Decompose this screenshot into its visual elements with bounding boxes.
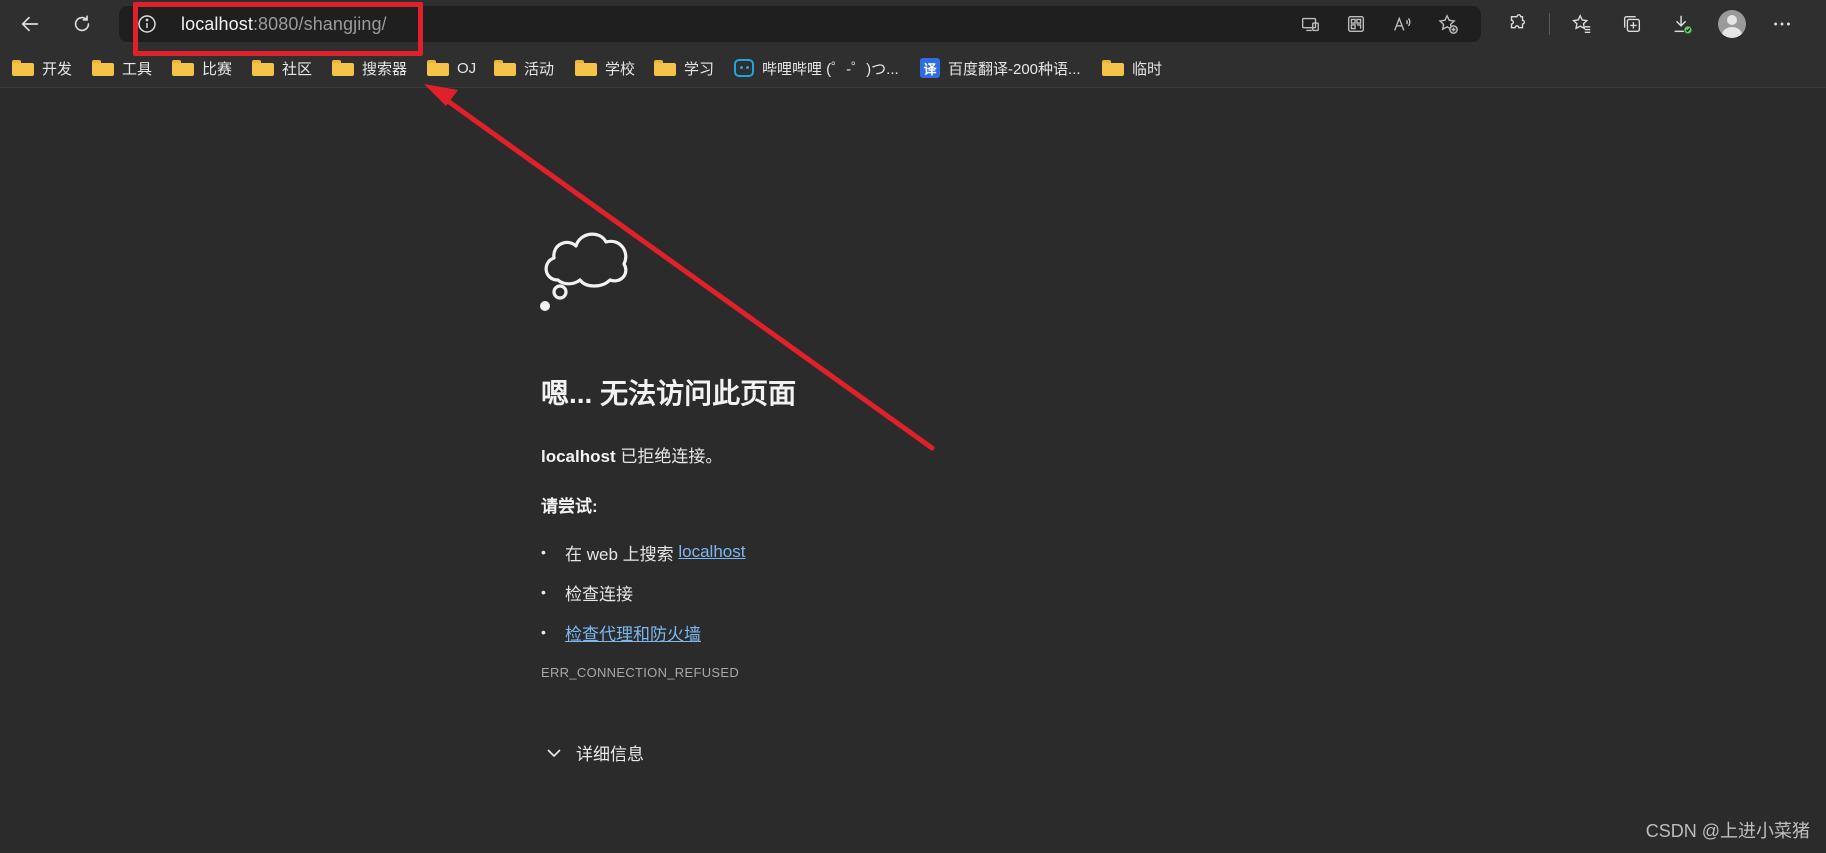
bookmark-label: 学校 [605, 60, 636, 78]
extensions-button[interactable] [1495, 6, 1539, 42]
annotation-arrow [424, 84, 935, 451]
bookmark-folder-study[interactable]: 学习 [654, 56, 714, 80]
bookmark-folder-tools[interactable]: 工具 [92, 56, 152, 80]
annotation-highlight-box [133, 2, 423, 56]
favorites-icon [1572, 14, 1591, 33]
folder-icon [575, 60, 597, 76]
more-horizontal-icon [1774, 22, 1790, 26]
folder-icon [494, 60, 516, 76]
bookmark-folder-school[interactable]: 学校 [575, 56, 635, 80]
folder-icon [654, 60, 676, 76]
error-host: localhost [541, 447, 616, 466]
add-favorite-button[interactable] [1431, 10, 1465, 38]
suggestion-item: • 检查连接 [541, 572, 745, 612]
folder-icon [252, 60, 274, 76]
collections-button[interactable] [1610, 6, 1654, 42]
arrow-left-icon [21, 16, 39, 32]
bookmark-folder-events[interactable]: 活动 [494, 56, 554, 80]
favorites-button[interactable] [1560, 6, 1604, 42]
translate-icon: 译 [920, 58, 940, 78]
reload-icon [74, 15, 90, 32]
bookmark-label: 社区 [282, 60, 313, 78]
suggestion-item: • 在 web 上搜索 localhost [541, 532, 745, 572]
folder-icon [1102, 60, 1124, 76]
bookmark-folder-search[interactable]: 搜索器 [332, 56, 407, 80]
bullet: • [541, 624, 546, 640]
folder-icon [12, 60, 34, 76]
bookmark-folder-dev[interactable]: 开发 [12, 56, 72, 80]
folder-icon [172, 60, 194, 76]
app-window-icon [1301, 17, 1319, 32]
toolbar-actions [1495, 6, 1804, 42]
address-bar-actions [1293, 10, 1465, 38]
bookmark-label: 开发 [42, 60, 73, 78]
qr-code-button[interactable] [1339, 10, 1373, 38]
star-add-icon [1438, 14, 1458, 34]
bookmark-label: 学习 [684, 60, 715, 78]
suggestion-item: • 检查代理和防火墙 [541, 612, 745, 652]
bookmark-label: 比赛 [202, 60, 233, 78]
details-toggle[interactable]: 详细信息 [546, 740, 644, 765]
download-icon [1674, 15, 1692, 34]
bookmark-label: 工具 [122, 60, 153, 78]
chevron-down-icon [547, 748, 561, 757]
bookmark-label: 临时 [1132, 60, 1163, 78]
bullet: • [541, 544, 546, 560]
folder-icon [427, 60, 449, 76]
bilibili-icon [734, 59, 754, 77]
bookmark-label: 活动 [524, 60, 555, 78]
error-code: ERR_CONNECTION_REFUSED [541, 665, 740, 680]
folder-icon [332, 60, 354, 76]
bullet: • [541, 584, 546, 600]
bookmark-label: 哔哩哔哩 (゜-゜)つ... [762, 60, 899, 78]
try-heading: 请尝试: [541, 497, 598, 516]
bookmark-folder-community[interactable]: 社区 [252, 56, 312, 80]
error-description: localhost 已拒绝连接。 [541, 442, 722, 467]
avatar-icon [1718, 10, 1746, 38]
app-available-button[interactable] [1293, 10, 1327, 38]
suggestion-text: 检查连接 [565, 584, 633, 604]
error-message: 已拒绝连接。 [615, 447, 723, 466]
bookmark-folder-oj[interactable]: OJ [427, 56, 476, 80]
bookmark-label: 搜索器 [362, 60, 408, 78]
reload-button[interactable] [64, 6, 100, 42]
toolbar-divider [1549, 13, 1550, 35]
profile-button[interactable] [1710, 6, 1754, 42]
qr-code-icon [1347, 15, 1365, 33]
suggestion-text: 在 web 上搜索 [565, 544, 674, 564]
details-label: 详细信息 [576, 745, 644, 764]
folder-icon [92, 60, 114, 76]
bookmark-label: OJ [457, 59, 477, 77]
check-proxy-firewall-link[interactable]: 检查代理和防火墙 [565, 620, 701, 645]
bookmark-folder-contest[interactable]: 比赛 [172, 56, 232, 80]
error-title: 嗯... 无法访问此页面 [541, 378, 797, 409]
bookmark-label: 百度翻译-200种语... [948, 60, 1081, 78]
watermark: CSDN @上进小菜猪 [1645, 821, 1810, 841]
bookmark-baidu-translate[interactable]: 译 百度翻译-200种语... [920, 56, 1081, 80]
read-aloud-icon [1394, 16, 1411, 31]
back-button[interactable] [12, 6, 48, 42]
downloads-button[interactable] [1660, 6, 1704, 42]
bookmark-folder-temp[interactable]: 临时 [1102, 56, 1162, 80]
puzzle-icon [1510, 14, 1525, 29]
read-aloud-button[interactable] [1385, 10, 1419, 38]
thought-cloud-icon [540, 232, 628, 311]
collections-icon [1623, 15, 1641, 33]
more-menu-button[interactable] [1760, 6, 1804, 42]
search-localhost-link[interactable]: localhost [678, 542, 745, 562]
bookmark-bilibili[interactable]: 哔哩哔哩 (゜-゜)つ... [734, 56, 899, 80]
suggestion-list: • 在 web 上搜索 localhost • 检查连接 • 检查代理和防火墙 [541, 532, 745, 652]
